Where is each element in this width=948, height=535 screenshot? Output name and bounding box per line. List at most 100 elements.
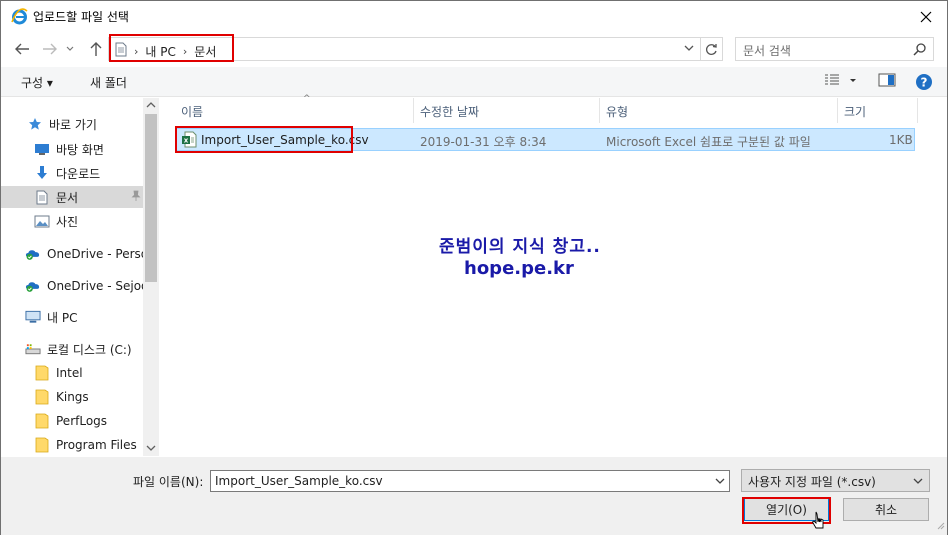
download-icon bbox=[34, 165, 50, 181]
onedrive-icon bbox=[25, 278, 41, 294]
address-dropdown[interactable] bbox=[684, 41, 694, 58]
nav-onedrive-sejoo[interactable]: OneDrive - Sejoo bbox=[25, 275, 159, 297]
refresh-button[interactable] bbox=[701, 37, 723, 61]
column-header-date[interactable]: 수정한 날짜 bbox=[414, 98, 600, 123]
filename-label: 파일 이름(N): bbox=[133, 475, 204, 489]
search-icon bbox=[913, 42, 927, 59]
file-open-dialog: 업로드할 파일 선택 › 내 PC › 문서 문서 검색 구성 ▾ 새 폴더 ?… bbox=[0, 0, 948, 535]
nav-label: 바탕 화면 bbox=[56, 142, 104, 157]
folder-icon bbox=[34, 389, 50, 405]
filename-dropdown[interactable] bbox=[714, 474, 726, 491]
watermark-url: hope.pe.kr bbox=[464, 258, 574, 279]
picture-icon bbox=[34, 213, 50, 229]
nav-folder-perflogs[interactable]: PerfLogs bbox=[34, 410, 159, 432]
internet-explorer-icon bbox=[11, 8, 28, 25]
nav-label: PerfLogs bbox=[56, 414, 108, 428]
help-icon: ? bbox=[916, 74, 932, 90]
nav-label: Kings bbox=[56, 390, 89, 404]
search-input[interactable]: 문서 검색 bbox=[735, 37, 934, 61]
new-folder-button[interactable]: 새 폴더 bbox=[90, 74, 127, 91]
document-icon bbox=[34, 189, 50, 205]
cancel-button[interactable]: 취소 bbox=[843, 498, 929, 521]
nav-label: Intel bbox=[56, 366, 83, 380]
navigation-pane: 바로 가기 바탕 화면 다운로드 문서 사진 OneDrive - Persor… bbox=[1, 98, 159, 456]
nav-label: OneDrive - Sejoo bbox=[47, 279, 149, 293]
view-options-button[interactable] bbox=[824, 73, 858, 87]
column-header-name[interactable]: 이름 ^ bbox=[175, 94, 414, 123]
recent-locations-button[interactable] bbox=[63, 38, 77, 60]
forward-button[interactable] bbox=[39, 38, 61, 60]
nav-quick-access[interactable]: 바로 가기 bbox=[27, 113, 159, 135]
svg-text:?: ? bbox=[921, 76, 928, 90]
disk-icon bbox=[25, 341, 41, 357]
chevron-down-icon bbox=[850, 79, 856, 82]
nav-label: 사진 bbox=[56, 214, 79, 229]
chevron-down-icon bbox=[912, 474, 924, 491]
nav-label: Program Files bbox=[56, 438, 137, 452]
preview-pane-button[interactable] bbox=[878, 73, 896, 87]
column-header-size[interactable]: 크기 bbox=[838, 98, 918, 123]
chevron-down-icon bbox=[715, 478, 725, 484]
star-icon bbox=[27, 116, 43, 132]
close-button[interactable] bbox=[905, 1, 947, 32]
file-type: Microsoft Excel 쉼표로 구분된 값 파일 bbox=[606, 135, 811, 149]
folder-icon bbox=[34, 365, 50, 381]
arrow-up-icon bbox=[90, 42, 102, 56]
pin-icon bbox=[131, 190, 141, 205]
watermark-text: 준범이의 지식 창고.. bbox=[439, 237, 601, 257]
computer-icon bbox=[25, 309, 41, 325]
close-icon bbox=[920, 11, 932, 22]
nav-this-pc[interactable]: 내 PC bbox=[25, 306, 159, 328]
nav-label: 내 PC bbox=[47, 310, 78, 325]
sort-up-icon: ^ bbox=[303, 94, 311, 104]
nav-label: OneDrive - Persor bbox=[47, 247, 154, 261]
chevron-down-icon bbox=[684, 45, 694, 51]
desktop-icon bbox=[34, 141, 50, 157]
nav-folder-program-files[interactable]: Program Files bbox=[34, 434, 159, 456]
refresh-icon bbox=[705, 43, 717, 55]
details-view-icon bbox=[825, 74, 839, 85]
folder-icon bbox=[34, 437, 50, 453]
nav-documents[interactable]: 문서 bbox=[1, 186, 143, 208]
nav-folder-intel[interactable]: Intel bbox=[34, 362, 159, 384]
back-button[interactable] bbox=[11, 38, 33, 60]
file-size: 1KB bbox=[889, 133, 913, 147]
command-bar: 구성 ▾ 새 폴더 ? bbox=[1, 67, 947, 97]
chevron-down-icon[interactable] bbox=[143, 441, 159, 455]
nav-label: 문서 bbox=[56, 190, 79, 205]
nav-pictures[interactable]: 사진 bbox=[34, 210, 159, 232]
nav-desktop[interactable]: 바탕 화면 bbox=[34, 138, 159, 160]
nav-folder-kings[interactable]: Kings bbox=[34, 386, 159, 408]
address-highlight-box bbox=[109, 34, 234, 62]
title-bar: 업로드할 파일 선택 bbox=[1, 1, 947, 32]
resize-grip-icon[interactable] bbox=[935, 519, 945, 533]
filename-input[interactable]: Import_User_Sample_ko.csv bbox=[210, 470, 730, 492]
scrollbar-thumb[interactable] bbox=[145, 114, 157, 282]
arrow-right-icon bbox=[43, 43, 57, 55]
file-date: 2019-01-31 오후 8:34 bbox=[420, 135, 547, 149]
organize-button[interactable]: 구성 ▾ bbox=[21, 74, 53, 91]
file-list: 이름 ^ 수정한 날짜 유형 크기 x Import_User_Sample_k… bbox=[161, 94, 947, 456]
chevron-down-icon bbox=[66, 46, 74, 51]
arrow-left-icon bbox=[15, 43, 29, 55]
up-button[interactable] bbox=[85, 38, 107, 60]
onedrive-icon bbox=[25, 246, 41, 262]
file-type-select[interactable]: 사용자 지정 파일 (*.csv) bbox=[741, 469, 930, 492]
mouse-cursor-icon bbox=[811, 511, 825, 534]
preview-pane-icon bbox=[878, 73, 896, 87]
folder-icon bbox=[34, 413, 50, 429]
nav-label: 바로 가기 bbox=[49, 117, 97, 132]
file-type-value: 사용자 지정 파일 (*.csv) bbox=[748, 475, 876, 489]
nav-label: 다운로드 bbox=[56, 166, 101, 181]
nav-onedrive-personal[interactable]: OneDrive - Persor bbox=[25, 243, 159, 265]
nav-downloads[interactable]: 다운로드 bbox=[34, 162, 159, 184]
help-button[interactable]: ? bbox=[915, 73, 933, 91]
filename-highlight-box bbox=[175, 126, 353, 153]
window-title: 업로드할 파일 선택 bbox=[33, 10, 129, 24]
chevron-up-icon[interactable] bbox=[143, 98, 159, 112]
nav-local-disk[interactable]: 로컬 디스크 (C:) bbox=[25, 338, 159, 360]
filename-value: Import_User_Sample_ko.csv bbox=[215, 474, 383, 488]
nav-scrollbar[interactable] bbox=[143, 98, 159, 456]
nav-label: 로컬 디스크 (C:) bbox=[47, 342, 132, 357]
column-header-type[interactable]: 유형 bbox=[600, 98, 838, 123]
